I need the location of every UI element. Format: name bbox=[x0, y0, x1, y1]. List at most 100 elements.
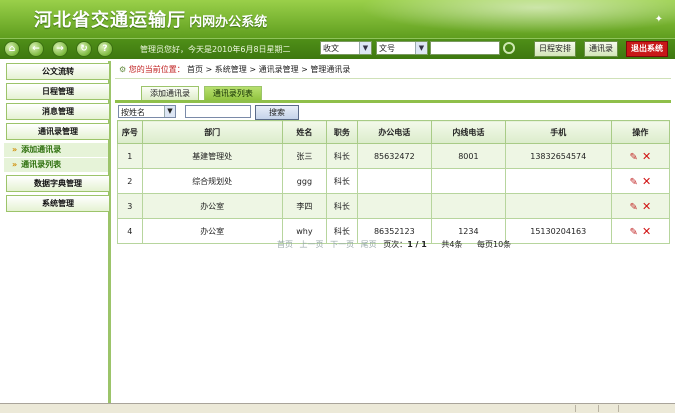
cell-title: 科长 bbox=[326, 143, 358, 169]
per-page: 每页10条 bbox=[477, 240, 512, 249]
tab-bar: 添加通讯录 通讯录列表 bbox=[141, 86, 264, 101]
tab-add-contact[interactable]: 添加通讯录 bbox=[141, 86, 199, 101]
cell-extension bbox=[430, 168, 506, 194]
help-icon[interactable]: ? bbox=[97, 41, 113, 57]
filter-keyword-input[interactable] bbox=[185, 105, 251, 118]
cell-index: 2 bbox=[117, 168, 143, 194]
tab-contact-list[interactable]: 通讯录列表 bbox=[203, 86, 262, 101]
cell-index: 1 bbox=[117, 143, 143, 169]
sidebar-item-dictionary[interactable]: 数据字典管理 bbox=[6, 175, 110, 192]
cell-mobile: 13832654574 bbox=[504, 143, 612, 169]
col-header: 手机 bbox=[504, 120, 612, 144]
first-page-link[interactable]: 首页 bbox=[277, 240, 293, 249]
sidebar-item-schedule[interactable]: 日程管理 bbox=[6, 83, 110, 100]
pagination: 首页 上一页 下一页 尾页 页次：1 / 1 共4条 每页10条 bbox=[277, 239, 511, 250]
home-icon[interactable]: ⌂ bbox=[4, 41, 20, 57]
cell-actions: ✎ ✕ bbox=[610, 218, 671, 244]
breadcrumb: ⚙ 您的当前位置： 首页 > 系统管理 > 通讯录管理 > 管理通讯录 bbox=[115, 62, 671, 79]
forward-arrow-icon[interactable]: → bbox=[52, 41, 68, 57]
status-cell bbox=[598, 405, 599, 412]
contacts-button[interactable]: 通讯录 bbox=[584, 41, 618, 57]
delete-icon[interactable]: ✕ bbox=[642, 175, 651, 188]
app-title-sub: 内网办公系统 bbox=[189, 15, 268, 30]
schedule-button[interactable]: 日程安排 bbox=[534, 41, 576, 57]
cell-department: 办公室 bbox=[141, 218, 283, 244]
cell-index: 4 bbox=[117, 218, 143, 244]
col-header: 部门 bbox=[141, 120, 283, 144]
edit-icon[interactable]: ✎ bbox=[630, 227, 638, 238]
back-arrow-icon[interactable]: ← bbox=[28, 41, 44, 57]
total-count: 共4条 bbox=[441, 240, 463, 249]
sidebar-item-contacts[interactable]: 通讯录管理 bbox=[6, 123, 110, 140]
breadcrumb-label: 您的当前位置： bbox=[128, 65, 185, 74]
double-chevron-icon: » bbox=[12, 160, 18, 169]
delete-icon[interactable]: ✕ bbox=[642, 225, 651, 238]
cell-actions: ✎ ✕ bbox=[610, 143, 671, 169]
doc-type-select[interactable]: 收文 ▼ bbox=[320, 41, 372, 55]
chevron-down-icon[interactable]: ▼ bbox=[164, 106, 175, 117]
search-input[interactable] bbox=[430, 41, 500, 55]
cell-name: 张三 bbox=[281, 143, 328, 169]
prev-page-link[interactable]: 上一页 bbox=[300, 240, 324, 249]
cell-mobile: 15130204163 bbox=[504, 218, 612, 244]
app-header: 河北省交通运输厅 内网办公系统 ✦ bbox=[0, 0, 675, 38]
table-row: 3 办公室 李四 科长 ✎ ✕ bbox=[117, 193, 671, 219]
cell-index: 3 bbox=[117, 193, 143, 219]
edit-icon[interactable]: ✎ bbox=[630, 177, 638, 188]
chevron-down-icon[interactable]: ▼ bbox=[415, 42, 427, 54]
cell-office-phone bbox=[356, 168, 432, 194]
cell-actions: ✎ ✕ bbox=[610, 193, 671, 219]
search-button[interactable]: 搜索 bbox=[255, 105, 299, 120]
table-row: 1 基建管理处 张三 科长 85632472 8001 13832654574 … bbox=[117, 143, 671, 169]
header-decoration bbox=[330, 0, 675, 38]
cell-extension: 8001 bbox=[430, 143, 506, 169]
cell-office-phone bbox=[356, 193, 432, 219]
cell-mobile bbox=[504, 193, 612, 219]
page-label: 页次： bbox=[383, 240, 408, 249]
delete-icon[interactable]: ✕ bbox=[642, 150, 651, 163]
app-title-main: 河北省交通运输厅 bbox=[34, 10, 186, 31]
table-row: 2 综合规划处 ggg 科长 ✎ ✕ bbox=[117, 168, 671, 194]
sidebar-item-system[interactable]: 系统管理 bbox=[6, 195, 110, 212]
status-cell bbox=[618, 405, 619, 412]
edit-icon[interactable]: ✎ bbox=[630, 152, 638, 163]
breadcrumb-path: 首页 > 系统管理 > 通讯录管理 > 管理通讯录 bbox=[187, 65, 351, 74]
location-icon: ⚙ bbox=[119, 65, 127, 74]
cell-name: ggg bbox=[281, 168, 328, 194]
filter-field-value: 按姓名 bbox=[121, 108, 145, 117]
sidebar-subitem-label: 通讯录列表 bbox=[21, 160, 62, 169]
sidebar-subitem-contact-list[interactable]: » 通讯录列表 bbox=[4, 158, 108, 173]
edit-icon[interactable]: ✎ bbox=[630, 202, 638, 213]
refresh-icon[interactable]: ↻ bbox=[76, 41, 92, 57]
search-icon[interactable] bbox=[503, 42, 515, 54]
cell-extension bbox=[430, 193, 506, 219]
cell-name: 李四 bbox=[281, 193, 328, 219]
next-page-link[interactable]: 下一页 bbox=[330, 240, 354, 249]
double-chevron-icon: » bbox=[12, 145, 18, 154]
logout-button[interactable]: 退出系统 bbox=[626, 41, 668, 57]
toolbar: ⌂ ← → ↻ ? 管理员您好，今天是2010年6月8日星期二 收文 ▼ 文号 … bbox=[0, 38, 675, 59]
col-header: 姓名 bbox=[281, 120, 328, 144]
cell-office-phone: 85632472 bbox=[356, 143, 432, 169]
status-cell bbox=[575, 405, 576, 412]
chevron-down-icon[interactable]: ▼ bbox=[359, 42, 371, 54]
col-header: 办公电话 bbox=[356, 120, 432, 144]
sidebar-subitem-add-contact[interactable]: » 添加通讯录 bbox=[4, 143, 108, 158]
contacts-table: 序号 部门 姓名 职务 办公电话 内线电话 手机 操作 1 基建管理处 张三 科… bbox=[117, 120, 671, 244]
sidebar-item-messages[interactable]: 消息管理 bbox=[6, 103, 110, 120]
delete-icon[interactable]: ✕ bbox=[642, 200, 651, 213]
col-header: 职务 bbox=[326, 120, 358, 144]
sidebar-item-document-flow[interactable]: 公文流转 bbox=[6, 63, 110, 80]
filter-field-select[interactable]: 按姓名 ▼ bbox=[118, 105, 176, 118]
sidebar-subitem-label: 添加通讯录 bbox=[21, 145, 62, 154]
sidebar: 公文流转 日程管理 消息管理 通讯录管理 » 添加通讯录 » 通讯录列表 数据字典管… bbox=[4, 61, 111, 403]
cell-department: 办公室 bbox=[141, 193, 283, 219]
sparkle-icon: ✦ bbox=[654, 14, 663, 25]
cell-mobile bbox=[504, 168, 612, 194]
cell-title: 科长 bbox=[326, 168, 358, 194]
col-header: 序号 bbox=[117, 120, 143, 144]
table-header-row: 序号 部门 姓名 职务 办公电话 内线电话 手机 操作 bbox=[117, 120, 671, 144]
last-page-link[interactable]: 尾页 bbox=[361, 240, 377, 249]
field-select[interactable]: 文号 ▼ bbox=[376, 41, 428, 55]
col-header: 操作 bbox=[610, 120, 671, 144]
